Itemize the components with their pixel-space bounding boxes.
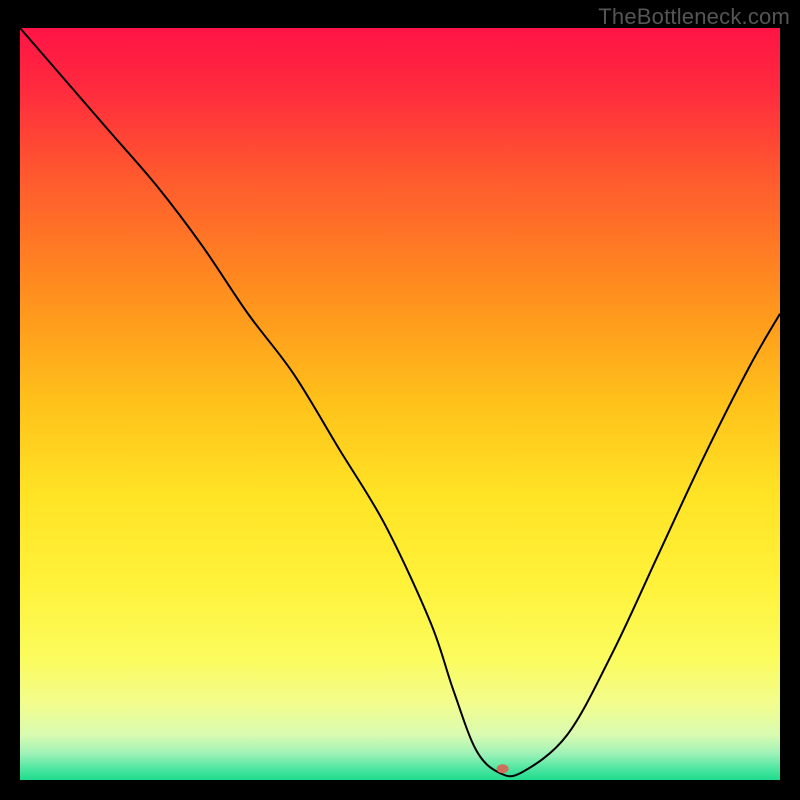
chart-svg (20, 28, 780, 780)
bottleneck-chart (20, 28, 780, 780)
watermark-text: TheBottleneck.com (598, 4, 790, 30)
chart-stage: TheBottleneck.com (0, 0, 800, 800)
minimum-marker (497, 764, 509, 773)
gradient-background (20, 28, 780, 780)
